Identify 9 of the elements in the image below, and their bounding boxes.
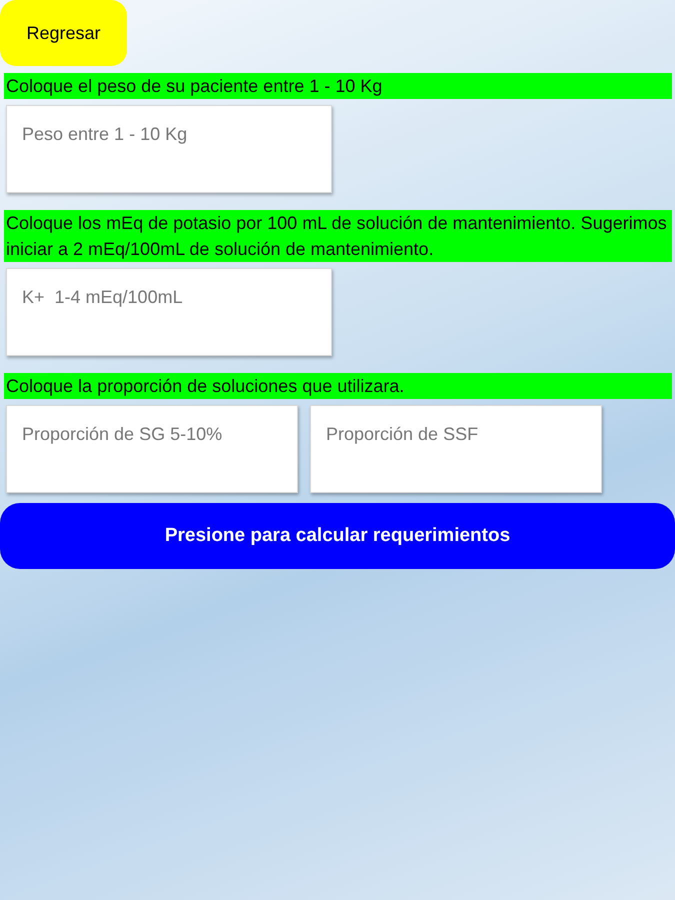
calculate-button[interactable]: Presione para calcular requerimientos: [0, 503, 675, 569]
input-field[interactable]: Peso entre 1 - 10 Kg: [6, 105, 332, 193]
prompt-label: Coloque la proporción de soluciones que utilizara.: [4, 373, 672, 399]
input-field[interactable]: Proporción de SSF: [310, 405, 602, 493]
prompt-label: Coloque los mEq de potasio por 100 mL de solución de mantenimiento. Sugerimos iniciar a 2 mEq/100mL de solución de mantenimiento.: [4, 210, 672, 262]
input-field[interactable]: Proporción de SG 5-10%: [6, 405, 298, 493]
prompt-label: Coloque el peso de su paciente entre 1 - 10 Kg: [4, 73, 672, 99]
input-field[interactable]: K+ 1-4 mEq/100mL: [6, 268, 332, 356]
back-button[interactable]: Regresar: [0, 0, 127, 66]
